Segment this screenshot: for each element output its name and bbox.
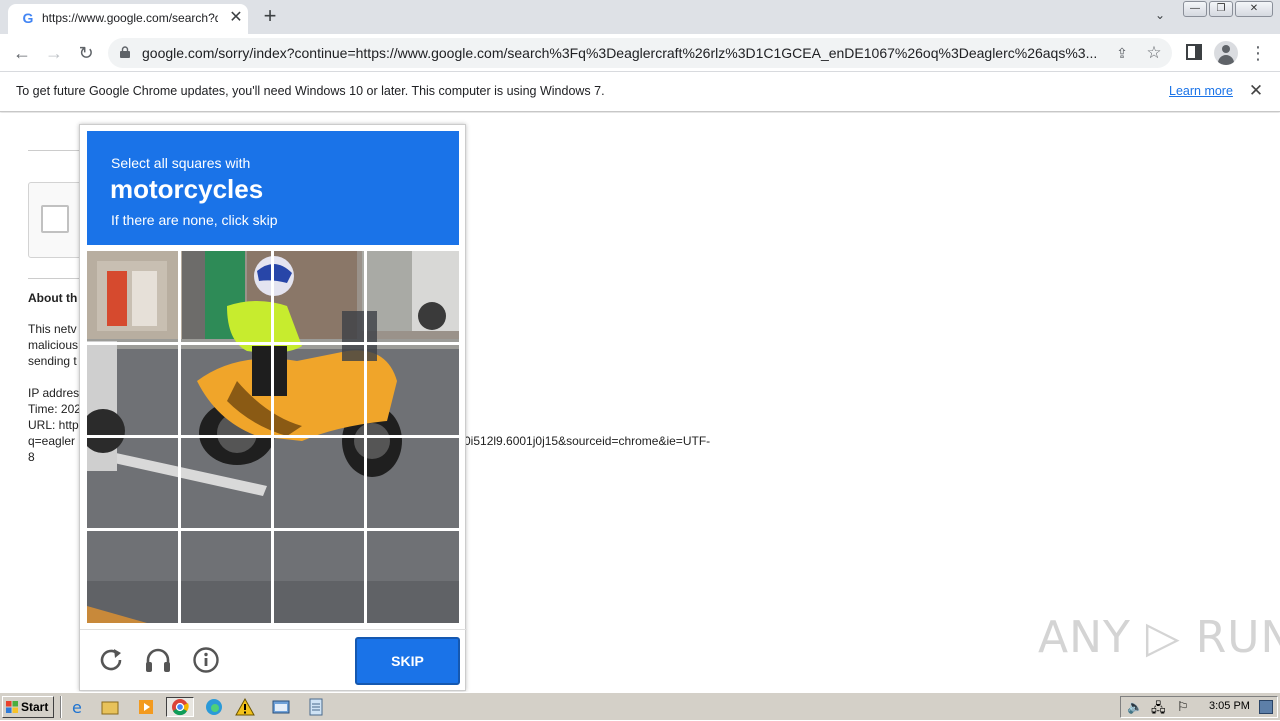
back-arrow-icon[interactable]: ← — [10, 41, 34, 65]
grid-divider — [87, 342, 459, 345]
query-line-tail: 0i512l9.6001j0j15&sourceid=chrome&ie=UTF… — [464, 434, 711, 448]
infobar-message: To get future Google Chrome updates, you… — [16, 84, 605, 98]
address-bar[interactable]: google.com/sorry/index?continue=https://… — [108, 38, 1172, 68]
taskbar-separator — [60, 696, 62, 718]
edge-icon[interactable] — [203, 697, 225, 717]
start-button[interactable]: Start — [2, 696, 54, 718]
svg-text:e: e — [72, 698, 82, 716]
captcha-header: Select all squares with motorcycles If t… — [87, 131, 459, 245]
lock-icon[interactable] — [120, 46, 130, 58]
tab-close-icon[interactable]: ✕ — [226, 8, 246, 28]
update-infobar: To get future Google Chrome updates, you… — [0, 72, 1280, 112]
reload-challenge-icon[interactable] — [96, 645, 126, 675]
forward-arrow-icon[interactable]: → — [42, 41, 66, 65]
windows-taskbar: Start e 🔈 🖧 ⚐ 3:05 PM — [0, 692, 1280, 720]
tab-strip: G https://www.google.com/search?q=eagler… — [0, 0, 1280, 34]
google-favicon-icon: G — [22, 10, 34, 26]
tab-search-chevron-icon[interactable]: ⌄ — [1150, 8, 1170, 28]
kebab-menu-icon[interactable]: ⋮ — [1248, 41, 1268, 65]
tab-title: https://www.google.com/search?q=eaglercr… — [42, 11, 218, 25]
captcha-instruction: Select all squares with — [111, 155, 251, 171]
captcha-footer: SKIP — [80, 629, 467, 692]
recaptcha-checkbox[interactable] — [41, 205, 69, 233]
windows-flag-icon — [6, 701, 18, 713]
share-icon[interactable]: ⇪ — [1112, 43, 1132, 63]
query-line-end: 8 — [28, 450, 35, 464]
bookmark-star-icon[interactable]: ☆ — [1144, 43, 1164, 63]
close-window-button[interactable]: ✕ — [1235, 1, 1273, 17]
media-player-icon[interactable] — [135, 697, 157, 717]
clock[interactable]: 3:05 PM — [1209, 700, 1250, 712]
skip-button[interactable]: SKIP — [355, 637, 460, 685]
captcha-challenge-dialog: Select all squares with motorcycles If t… — [79, 124, 467, 692]
browser-toolbar: ← → ↻ google.com/sorry/index?continue=ht… — [0, 34, 1280, 72]
start-label: Start — [21, 700, 49, 714]
about-text-line: sending t — [28, 354, 77, 368]
show-desktop-icon[interactable] — [1259, 700, 1273, 714]
system-tray: 🔈 🖧 ⚐ 3:05 PM — [1120, 696, 1278, 718]
about-text-line: This netv — [28, 322, 77, 336]
url-line: URL: http — [28, 418, 79, 432]
captcha-subinstruction: If there are none, click skip — [111, 212, 278, 228]
grid-divider — [87, 435, 459, 438]
about-text-line: malicious — [28, 338, 79, 352]
infobar-close-icon[interactable]: ✕ — [1246, 81, 1266, 101]
warning-icon[interactable] — [234, 697, 256, 717]
learn-more-link[interactable]: Learn more — [1169, 84, 1233, 98]
info-icon[interactable] — [191, 645, 221, 675]
volume-icon[interactable]: 🔈 — [1127, 699, 1143, 715]
restore-window-button[interactable]: ❐ — [1209, 1, 1233, 17]
internet-explorer-icon[interactable]: e — [68, 697, 90, 717]
browser-tab[interactable]: G https://www.google.com/search?q=eagler… — [8, 4, 248, 34]
action-center-flag-icon[interactable]: ⚐ — [1177, 699, 1189, 715]
window-switcher-icon[interactable] — [270, 697, 292, 717]
url-text[interactable]: google.com/sorry/index?continue=https://… — [142, 45, 1104, 61]
file-explorer-icon[interactable] — [99, 697, 121, 717]
network-icon[interactable]: 🖧 — [1151, 699, 1166, 721]
notepad-icon[interactable] — [305, 697, 327, 717]
chrome-icon[interactable] — [166, 697, 194, 717]
anyrun-watermark-logo: ANY ▷ RUN — [1038, 612, 1280, 663]
audio-challenge-headphones-icon[interactable] — [143, 645, 173, 675]
captcha-image-grid — [87, 251, 459, 623]
grid-divider — [87, 528, 459, 531]
new-tab-button[interactable]: + — [258, 5, 282, 29]
profile-avatar-icon[interactable] — [1214, 41, 1238, 65]
about-heading: About th — [28, 291, 78, 305]
side-panel-icon[interactable] — [1186, 44, 1202, 60]
query-line: q=eagler — [28, 434, 76, 448]
captcha-target-object: motorcycles — [110, 174, 264, 204]
reload-icon[interactable]: ↻ — [74, 41, 98, 65]
time-line: Time: 202 — [28, 402, 81, 416]
minimize-window-button[interactable]: — — [1183, 1, 1207, 17]
ip-address-line: IP addres — [28, 386, 80, 400]
